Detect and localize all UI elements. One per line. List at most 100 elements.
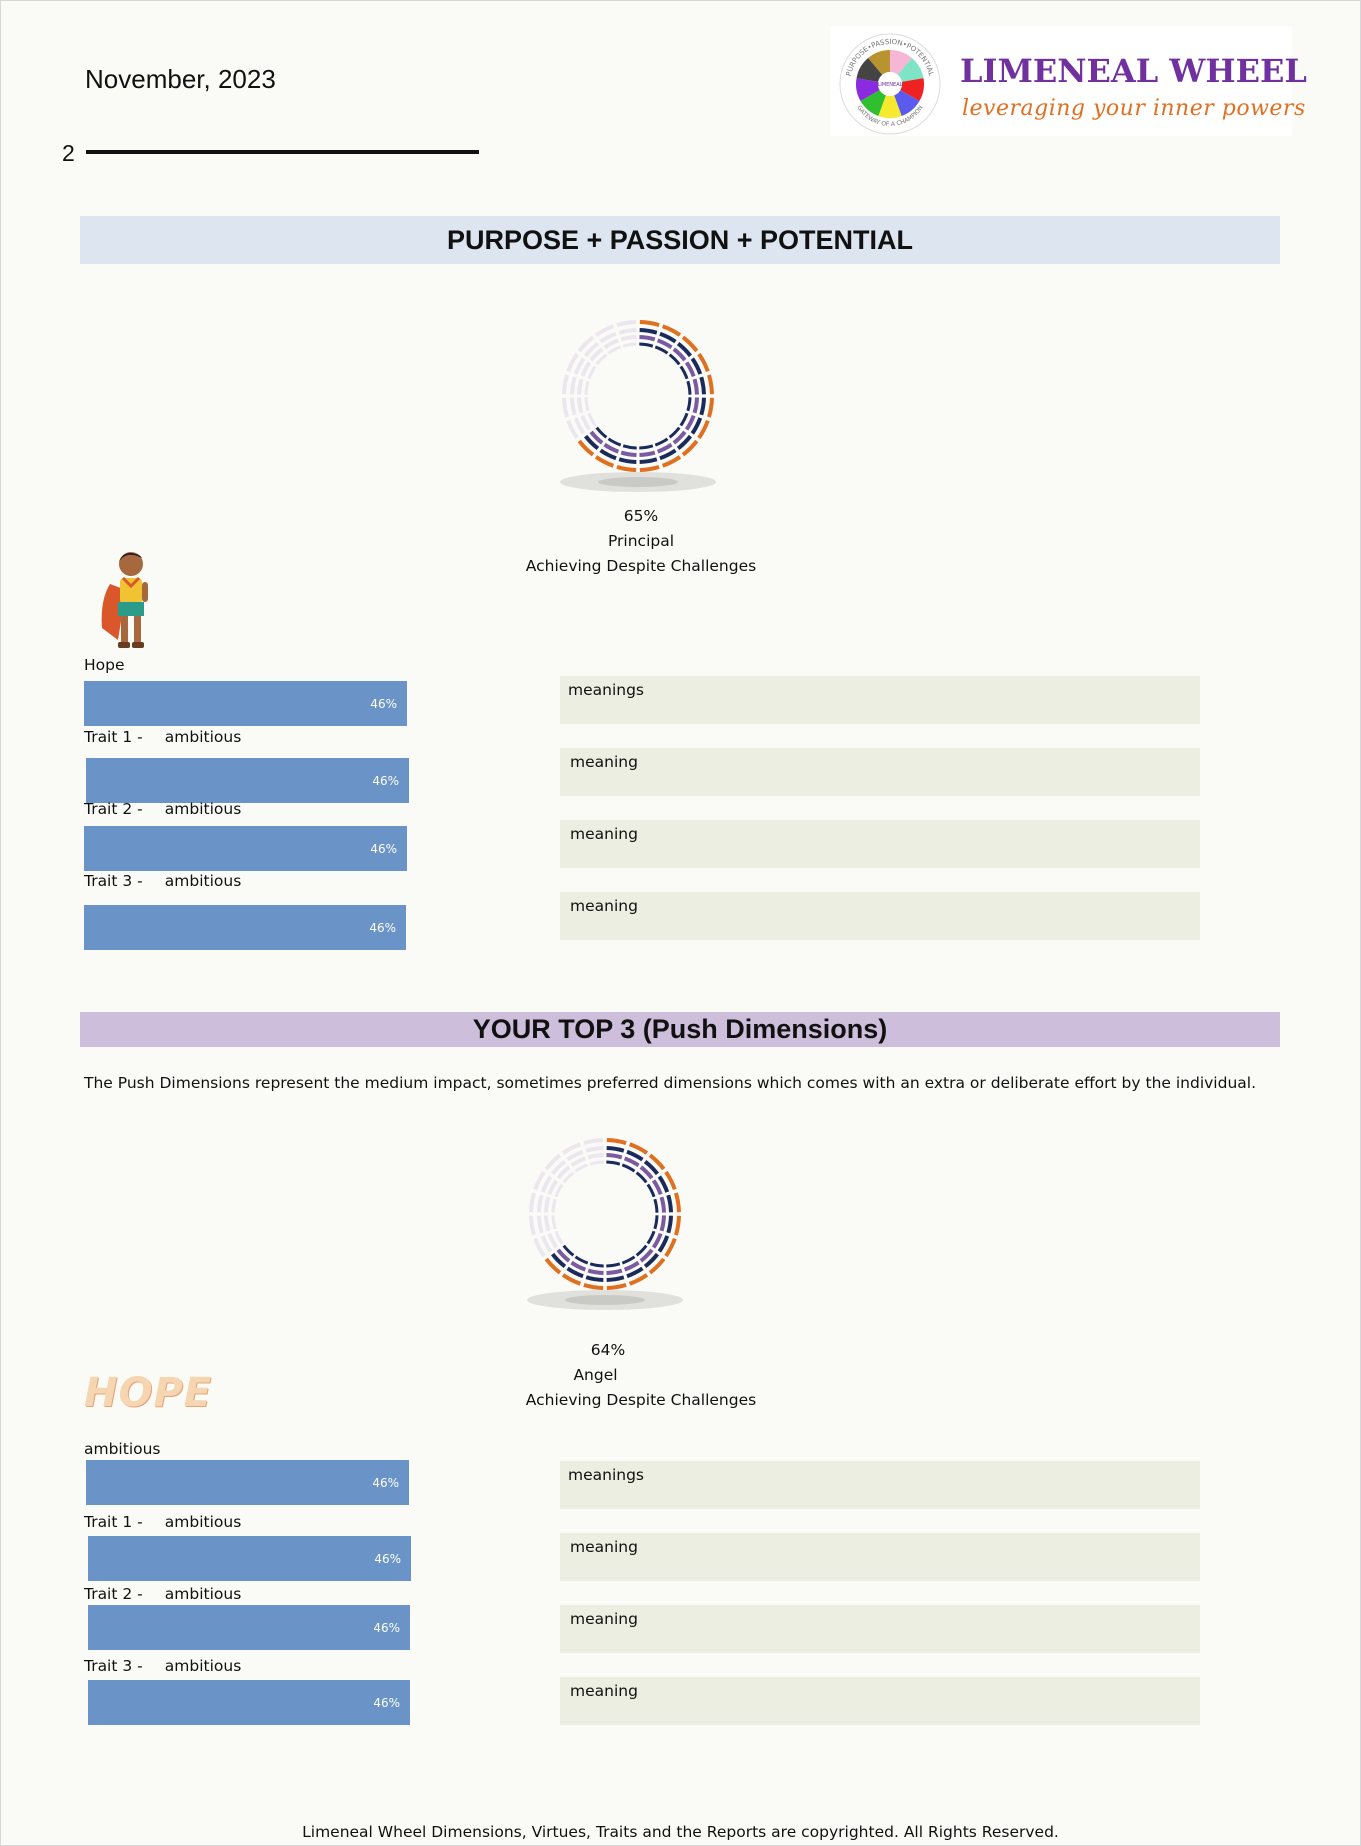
donut-segment-filled: [639, 457, 658, 464]
donut-segment-filled: [606, 1262, 621, 1268]
donut-segment-empty: [562, 374, 570, 395]
donut-segment-empty: [547, 1179, 559, 1196]
limeneal-logo: LIMENEAL PURPOSE•PASSION•POTENTIAL GATEW…: [830, 26, 1307, 136]
donut-segment-filled: [618, 457, 637, 464]
donut-segment-empty: [618, 328, 637, 335]
copyright-footer: Limeneal Wheel Dimensions, Virtues, Trai…: [302, 1823, 1059, 1841]
donut-segment-filled: [654, 437, 669, 447]
meaning-box: meanings: [560, 1461, 1200, 1509]
donut-segment-filled: [603, 442, 620, 454]
trait-score-bar: 46%: [88, 1536, 411, 1581]
donut-segment-filled: [654, 345, 669, 355]
meaning-box: meaning: [560, 1533, 1200, 1581]
section2-score: 64% Angel Achieving Despite Challenges: [408, 1338, 808, 1413]
page-number: 2: [62, 140, 75, 166]
donut-segment-filled: [574, 1255, 589, 1265]
archetype-name: Principal: [607, 532, 675, 550]
limeneal-wheel-icon: LIMENEAL PURPOSE•PASSION•POTENTIAL GATEW…: [839, 33, 941, 135]
donut-segment-filled: [607, 437, 622, 447]
donut-segment-filled: [666, 1194, 673, 1213]
donut-segment-empty: [587, 1153, 604, 1160]
virtue-score-bar: 46%: [86, 1460, 409, 1505]
donut-segment-filled: [621, 1163, 636, 1173]
donut-segment-empty: [577, 378, 584, 395]
donut-segment-empty: [570, 1156, 587, 1168]
donut-segment-filled: [651, 1179, 663, 1196]
meaning-box: meaning: [560, 748, 1200, 796]
donut-segment-empty: [603, 338, 620, 350]
meaning-box: meaning: [560, 892, 1200, 940]
trait-label: Trait 2 - ambitious: [84, 1585, 242, 1603]
trait-score-bar: 46%: [84, 826, 407, 871]
donut-segment-filled: [673, 1192, 681, 1213]
donut-segment-empty: [529, 1215, 537, 1236]
meaning-box: meaning: [560, 1605, 1200, 1653]
donut-segment-empty: [622, 342, 637, 348]
donut-segment-filled: [706, 397, 714, 418]
donut-segment-empty: [551, 1215, 557, 1230]
donut-segment-filled: [706, 374, 714, 395]
donut-segment-filled: [653, 1215, 659, 1230]
donut-segment-filled: [606, 1282, 627, 1290]
donut-segment-empty: [589, 1160, 604, 1166]
donut-segment-filled: [606, 1268, 623, 1275]
donut-segment-empty: [580, 414, 592, 431]
archetype-name: Angel: [573, 1366, 618, 1384]
donut-segment-empty: [587, 365, 597, 380]
meaning-box: meaning: [560, 820, 1200, 868]
donut-segment-filled: [606, 1146, 625, 1153]
donut-segment-filled: [684, 361, 696, 378]
donut-segment-filled: [699, 397, 706, 416]
donut-segment-empty: [584, 380, 590, 395]
donut-segment-empty: [554, 1183, 564, 1198]
donut-segment-filled: [620, 450, 637, 457]
virtue-score-bar: 46%: [84, 681, 407, 726]
section-banner-push-dimensions: YOUR TOP 3 (Push Dimensions): [80, 1012, 1280, 1047]
donut-segment-filled: [606, 1138, 627, 1146]
donut-segment-empty: [554, 1230, 564, 1245]
theme-text: Achieving Despite Challenges: [525, 1391, 757, 1409]
trait-label: Trait 3 - ambitious: [84, 872, 242, 890]
donut-segment-filled: [651, 1232, 663, 1249]
donut-segment-empty: [551, 1198, 557, 1213]
donut-segment-filled: [686, 397, 692, 412]
meaning-box: meaning: [560, 1677, 1200, 1725]
trait-label: Trait 1 - ambitious: [84, 1513, 242, 1531]
donut-segment-empty: [537, 1194, 544, 1213]
page-rule-divider: [86, 150, 479, 154]
donut-segment-filled: [639, 320, 660, 328]
wheel-center-text: LIMENEAL: [878, 82, 903, 88]
donut-segment-filled: [621, 1255, 636, 1265]
donut-segment-filled: [639, 342, 654, 348]
donut-segment-filled: [679, 412, 689, 427]
score-percent: 64%: [590, 1341, 626, 1359]
donut-segment-filled: [646, 1230, 656, 1245]
donut-segment-filled: [673, 1215, 681, 1236]
donut-segment-filled: [623, 1260, 640, 1272]
donut-segment-empty: [562, 397, 570, 418]
donut-segment-filled: [668, 426, 681, 439]
trait-score-bar: 46%: [88, 1680, 410, 1725]
donut-segment-filled: [639, 464, 660, 472]
trait-label: Trait 2 - ambitious: [84, 800, 242, 818]
donut-segment-empty: [544, 1215, 551, 1232]
logo-title: LIMENEAL WHEEL: [960, 52, 1307, 90]
section2-virtue-label: ambitious: [84, 1440, 161, 1458]
donut-segment-filled: [646, 1183, 656, 1198]
trait-label: Trait 1 - ambitious: [84, 728, 242, 746]
donut-segment-filled: [692, 397, 699, 414]
donut-segment-filled: [585, 1275, 604, 1282]
score-donut-chart: [560, 320, 716, 492]
donut-segment-filled: [699, 376, 706, 395]
donut-segment-filled: [659, 1215, 666, 1232]
donut-segment-empty: [529, 1192, 537, 1213]
donut-segment-empty: [570, 397, 577, 416]
section-banner-purpose: PURPOSE + PASSION + POTENTIAL: [80, 216, 1280, 264]
trait-score-bar: 46%: [88, 1605, 410, 1650]
donut-segment-filled: [686, 380, 692, 395]
score-percent: 65%: [623, 507, 659, 525]
superhero-kid-icon: [101, 552, 148, 648]
donut-segment-filled: [659, 1196, 666, 1213]
donut-segment-filled: [656, 442, 673, 454]
donut-segment-empty: [620, 335, 637, 342]
